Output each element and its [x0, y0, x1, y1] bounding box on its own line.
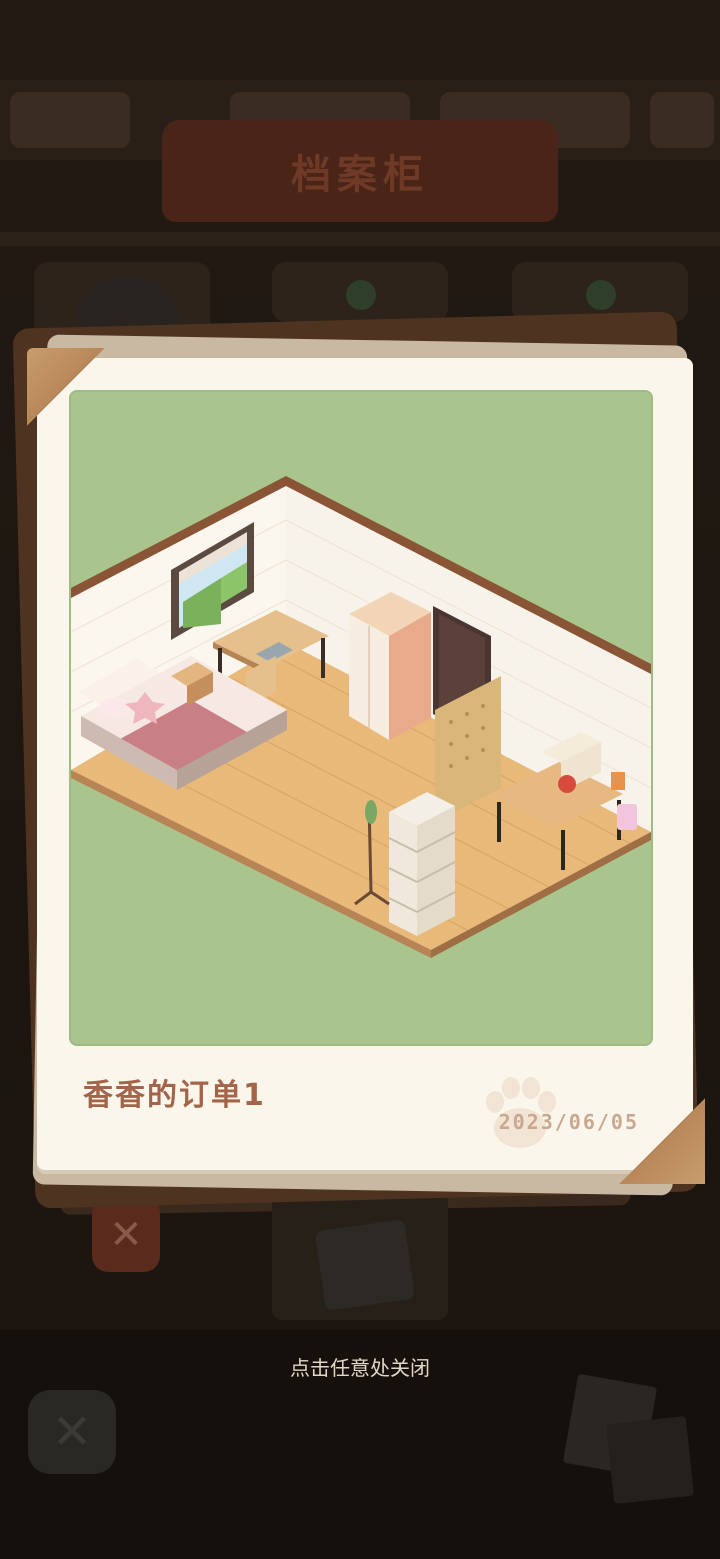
nav-close-button[interactable]: ✕ — [28, 1390, 116, 1474]
archive-cabinet-title: 档案柜 — [291, 151, 429, 198]
photo-card: 香香的订单1 2023/06/05 — [27, 348, 705, 1184]
shelf-divider — [0, 232, 720, 246]
tap-anywhere-to-close-hint[interactable]: 点击任意处关闭 — [0, 1352, 720, 1381]
pin-icon — [346, 280, 376, 310]
close-button[interactable]: ✕ — [92, 1198, 160, 1272]
close-icon: ✕ — [51, 1404, 93, 1460]
photo-corner — [619, 1098, 705, 1184]
photo-image — [69, 390, 653, 1046]
notes-icon — [606, 1416, 694, 1504]
pin-icon — [586, 280, 616, 310]
photo-date: 2023/06/05 — [498, 1110, 639, 1134]
archive-cabinet-sign: 档案柜 — [162, 120, 558, 222]
photo-title: 香香的订单1 — [83, 1078, 266, 1113]
photo-thumbnail — [314, 1219, 416, 1311]
close-icon: ✕ — [109, 1212, 143, 1258]
room-illustration — [71, 476, 651, 958]
resource-slot — [650, 92, 714, 148]
resource-slot — [10, 92, 130, 148]
